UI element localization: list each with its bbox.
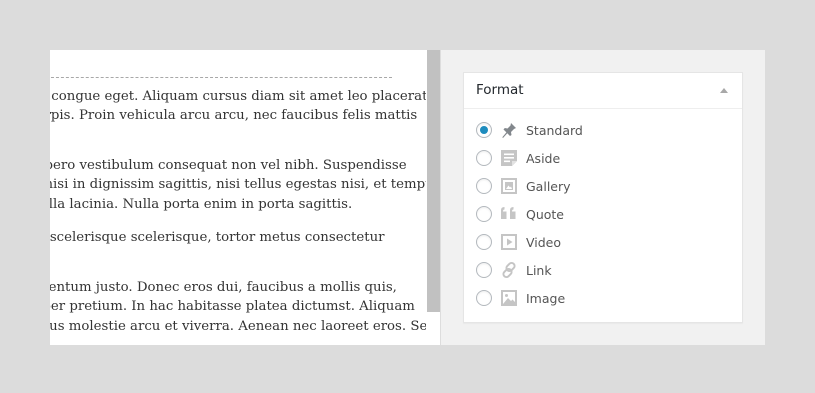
scrollbar-thumb[interactable] (427, 50, 440, 312)
radio-button[interactable] (476, 150, 492, 166)
radio-button[interactable] (476, 290, 492, 306)
format-option-gallery[interactable]: Gallery (476, 176, 571, 196)
text-line: gilla lacinia. Nulla porta enim in porta… (50, 196, 353, 212)
text-line: rper pretium. In hac habitasse platea di… (50, 299, 415, 315)
image-icon (501, 290, 517, 306)
text-line: si congue eget. Aliquam cursus diam sit … (50, 89, 426, 104)
more-tag-divider (50, 77, 392, 78)
collapse-arrow-icon[interactable] (720, 88, 728, 93)
paragraph: mentum justo. Donec eros dui, faucibus a… (50, 278, 426, 336)
video-icon (501, 234, 517, 250)
format-option-link[interactable]: Link (476, 260, 552, 280)
format-option-image[interactable]: Image (476, 288, 565, 308)
text-line: urpis. Proin vehicula arcu arcu, nec fau… (50, 108, 418, 124)
format-label: Image (526, 290, 566, 306)
link-icon (502, 261, 516, 279)
format-label: Gallery (526, 178, 571, 194)
paragraph: it scelerisque scelerisque, tortor metus… (50, 228, 416, 247)
quote-icon (501, 207, 516, 219)
post-content-editor[interactable]: si congue eget. Aliquam cursus diam sit … (50, 50, 426, 345)
metabox-title: Format (476, 82, 524, 98)
radio-button[interactable] (476, 178, 492, 194)
editor-screen: si congue eget. Aliquam cursus diam sit … (50, 50, 765, 345)
paragraph: si congue eget. Aliquam cursus diam sit … (50, 87, 426, 126)
text-line: mentum justo. Donec eros dui, faucibus a… (50, 280, 397, 295)
editor-scrollbar[interactable] (426, 50, 441, 345)
text-line: libero vestibulum consequat non vel nibh… (50, 158, 407, 173)
pin-icon (502, 123, 516, 138)
text-line: rsus molestie arcu et viverra. Aenean ne… (50, 318, 426, 334)
format-label: Aside (526, 150, 561, 166)
format-label: Quote (526, 206, 565, 222)
format-label: Video (526, 234, 562, 250)
format-label: Link (526, 262, 552, 278)
format-option-standard[interactable]: Standard (476, 120, 583, 140)
metabox-header[interactable]: Format (464, 73, 742, 109)
paragraph: libero vestibulum consequat non vel nibh… (50, 156, 426, 214)
text-line: it scelerisque scelerisque, tortor metus… (50, 230, 385, 245)
format-option-aside[interactable]: Aside (476, 148, 560, 168)
gallery-icon (501, 178, 517, 194)
radio-button[interactable] (476, 206, 492, 222)
text-line: , nisi in dignissim sagittis, nisi tellu… (50, 177, 426, 193)
radio-button-checked[interactable] (476, 122, 492, 138)
format-option-video[interactable]: Video (476, 232, 561, 252)
format-option-quote[interactable]: Quote (476, 204, 564, 224)
format-metabox: Format Standard Aside Gallery Quote Vide… (463, 72, 743, 323)
aside-icon (501, 150, 517, 166)
radio-button[interactable] (476, 234, 492, 250)
radio-button[interactable] (476, 262, 492, 278)
format-label: Standard (526, 122, 583, 138)
